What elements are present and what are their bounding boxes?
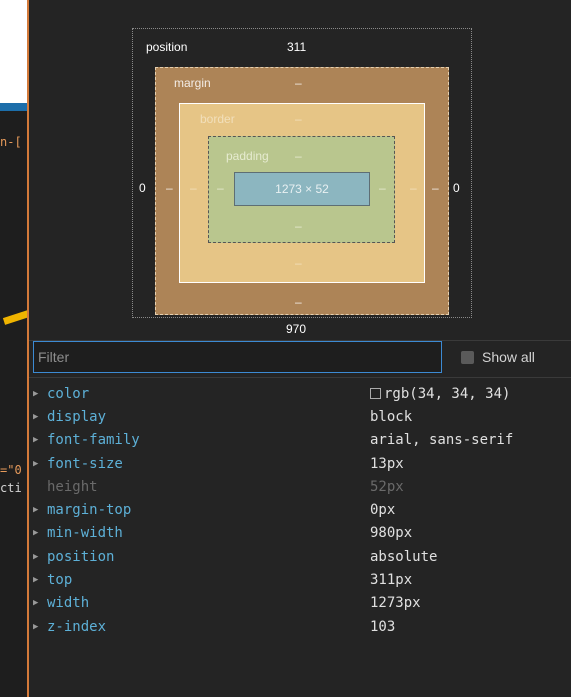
position-right-value[interactable]: 0 (453, 181, 460, 195)
property-name: display (47, 408, 107, 425)
property-value: rgb(34, 34, 34) (370, 386, 510, 402)
property-row-font-family[interactable]: ▶ font-family arial, sans-serif (29, 429, 571, 452)
property-value: 103 (370, 618, 396, 635)
property-name: width (47, 595, 90, 612)
expand-triangle-icon[interactable]: ▶ (29, 412, 47, 422)
padding-bottom-value[interactable]: – (295, 219, 302, 233)
property-value: 980px (370, 525, 413, 542)
property-value: arial, sans-serif (370, 432, 514, 449)
show-all-toggle[interactable]: Show all (461, 347, 535, 367)
property-value-text: rgb(34, 34, 34) (384, 385, 511, 402)
property-value: 0px (370, 502, 396, 519)
property-name: height (47, 478, 98, 495)
expand-triangle-icon[interactable]: ▶ (29, 459, 47, 469)
show-all-checkbox[interactable] (461, 350, 474, 364)
property-name: position (47, 548, 115, 565)
margin-right-value[interactable]: – (432, 181, 439, 195)
padding-top-value[interactable]: – (295, 149, 302, 163)
expand-triangle-icon[interactable]: ▶ (29, 622, 47, 632)
padding-label: padding (226, 149, 269, 163)
computed-property-list: ▶ color rgb(34, 34, 34) ▶ display block … (29, 382, 571, 638)
background-code-pane: n-[ ="0 cti (0, 103, 28, 697)
property-row-display[interactable]: ▶ display block (29, 405, 571, 428)
border-right-value[interactable]: – (410, 181, 417, 195)
margin-left-value[interactable]: – (166, 181, 173, 195)
position-left-value[interactable]: 0 (139, 181, 146, 195)
padding-left-value[interactable]: – (217, 181, 224, 195)
property-row-margin-top[interactable]: ▶ margin-top 0px (29, 498, 571, 521)
property-name: margin-top (47, 502, 132, 519)
expand-triangle-icon[interactable]: ▶ (29, 552, 47, 562)
expand-triangle-icon[interactable]: ▶ (29, 435, 47, 445)
expand-triangle-icon[interactable]: ▶ (29, 528, 47, 538)
border-top-value[interactable]: – (295, 112, 302, 126)
property-value: 13px (370, 455, 404, 472)
property-row-position[interactable]: ▶ position absolute (29, 545, 571, 568)
property-name: font-size (47, 455, 123, 472)
property-row-color[interactable]: ▶ color rgb(34, 34, 34) (29, 382, 571, 405)
filter-bar: Show all (29, 340, 571, 378)
property-name: z-index (47, 618, 107, 635)
property-row-font-size[interactable]: ▶ font-size 13px (29, 452, 571, 475)
filter-input[interactable] (33, 341, 442, 373)
margin-label: margin (174, 76, 211, 90)
border-left-value[interactable]: – (190, 181, 197, 195)
property-name: font-family (47, 432, 140, 449)
color-swatch-icon[interactable] (370, 388, 381, 400)
expand-triangle-icon[interactable]: ▶ (29, 505, 47, 515)
padding-right-value[interactable]: – (379, 181, 386, 195)
property-row-min-width[interactable]: ▶ min-width 980px (29, 522, 571, 545)
property-row-width[interactable]: ▶ width 1273px (29, 592, 571, 615)
margin-top-value[interactable]: – (295, 76, 302, 90)
property-value: 311px (370, 572, 413, 589)
property-value: absolute (370, 548, 438, 565)
border-bottom-value[interactable]: – (295, 256, 302, 270)
expand-triangle-icon[interactable]: ▶ (29, 575, 47, 585)
property-row-height[interactable]: height 52px (29, 475, 571, 498)
property-name: min-width (47, 525, 123, 542)
expand-triangle-icon[interactable]: ▶ (29, 389, 47, 399)
position-bottom-value[interactable]: 970 (286, 322, 306, 336)
box-model-content-size[interactable]: 1273 × 52 (234, 172, 370, 206)
expand-triangle-icon[interactable]: ▶ (29, 598, 47, 608)
position-label: position (146, 40, 188, 54)
property-row-z-index[interactable]: ▶ z-index 103 (29, 615, 571, 638)
border-label: border (200, 112, 235, 126)
property-name: top (47, 572, 73, 589)
property-name: color (47, 385, 90, 402)
background-selection-bar (0, 103, 28, 111)
box-model-diagram: position 311 0 0 970 margin – – – – bord… (29, 0, 571, 340)
show-all-label: Show all (482, 349, 535, 365)
computed-styles-panel: position 311 0 0 970 margin – – – – bord… (27, 0, 571, 697)
background-code-line: n-[ (0, 135, 22, 149)
background-code-line: cti (0, 481, 22, 495)
background-code-line: ="0 (0, 463, 22, 477)
property-value: block (370, 408, 413, 425)
position-top-value[interactable]: 311 (287, 40, 306, 54)
property-value: 52px (370, 478, 404, 495)
margin-bottom-value[interactable]: – (295, 295, 302, 309)
property-value: 1273px (370, 595, 421, 612)
property-row-top[interactable]: ▶ top 311px (29, 568, 571, 591)
